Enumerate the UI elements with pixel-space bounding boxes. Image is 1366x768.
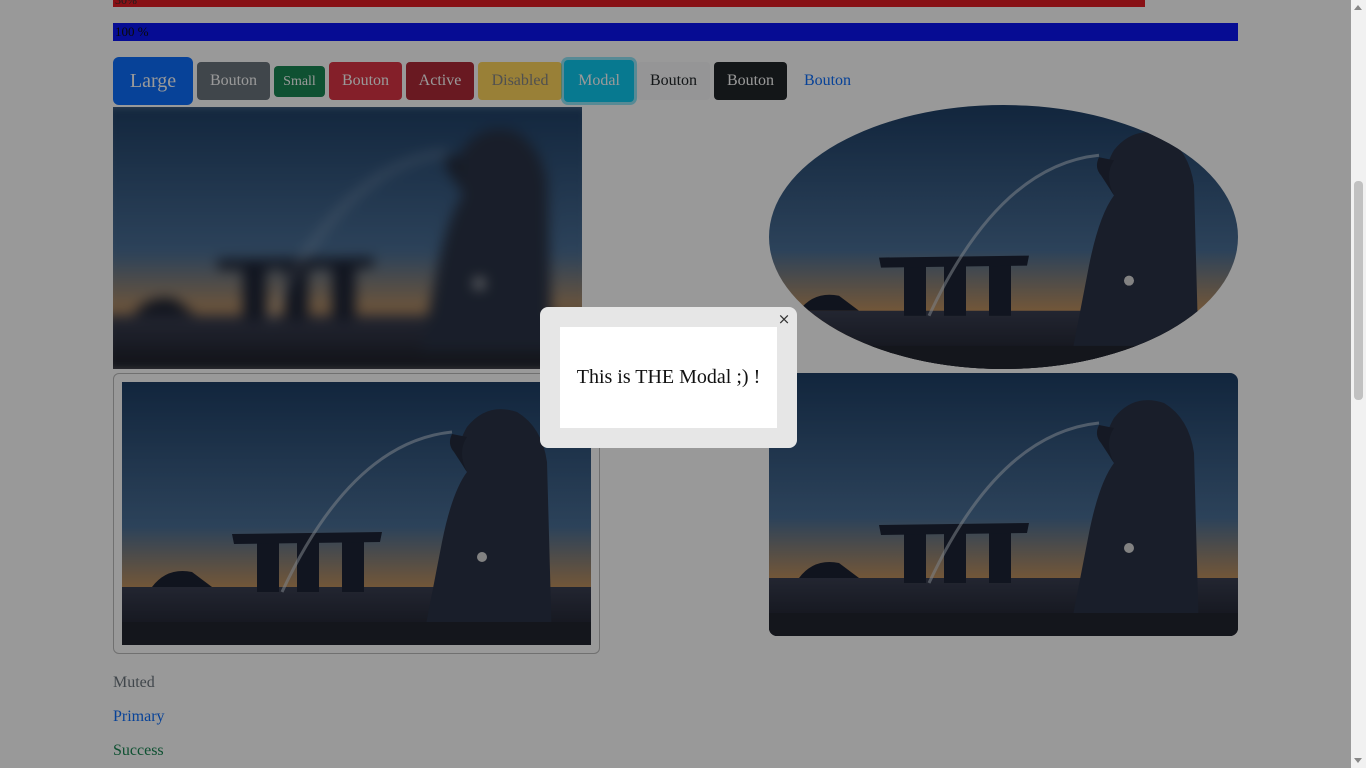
scroll-down-arrow-icon[interactable] [1354, 758, 1362, 763]
close-icon[interactable]: × [777, 310, 791, 328]
modal-message: This is THE Modal ;) ! [560, 327, 777, 428]
page: 30% 100 % Large Bouton Small Bouton Acti… [0, 0, 1366, 768]
scrollbar[interactable] [1351, 0, 1366, 768]
scrollbar-thumb[interactable] [1354, 181, 1363, 400]
scroll-up-arrow-icon[interactable] [1354, 5, 1362, 10]
modal-dialog: × This is THE Modal ;) ! [540, 307, 797, 448]
